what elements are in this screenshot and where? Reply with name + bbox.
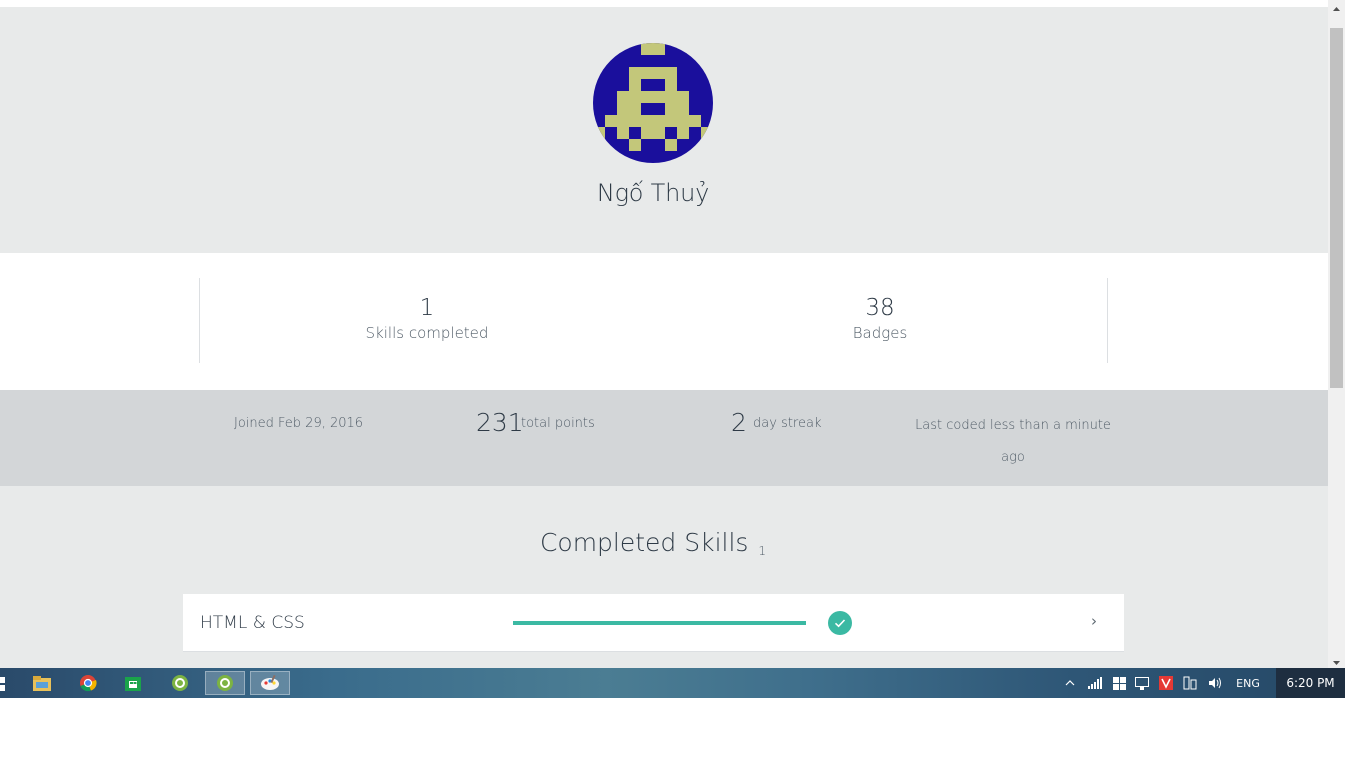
- skill-progress-bar: [513, 621, 806, 625]
- skills-completed-value: 1: [419, 295, 435, 321]
- profile-header: Ngố Thuỷ: [0, 7, 1328, 253]
- completed-skills-title: Completed Skills: [539, 528, 749, 557]
- stats-box: 1 Skills completed 38 Badges: [199, 278, 1108, 363]
- app-icon[interactable]: [160, 671, 200, 695]
- streak-label: day streak: [753, 416, 822, 431]
- paint-icon[interactable]: [250, 671, 290, 695]
- badges-value: 38: [865, 295, 895, 321]
- avatar: [593, 43, 713, 163]
- completed-skills-count: 1: [758, 544, 767, 558]
- skills-completed-label: Skills completed: [365, 324, 489, 342]
- vivaldi-icon[interactable]: [1157, 668, 1175, 698]
- user-name: Ngố Thuỷ: [596, 179, 710, 207]
- vertical-scrollbar[interactable]: [1328, 0, 1345, 668]
- language-indicator[interactable]: ENG: [1232, 668, 1264, 698]
- volume-icon[interactable]: [1206, 668, 1224, 698]
- completed-skills-heading: Completed Skills 1: [0, 528, 1306, 558]
- file-explorer-icon[interactable]: [22, 671, 62, 695]
- top-strip: [0, 0, 1328, 7]
- browser-viewport: Ngố Thuỷ 1 Skills completed 38 Badges Jo…: [0, 0, 1345, 668]
- start-icon[interactable]: [0, 676, 6, 691]
- store-icon[interactable]: [113, 671, 153, 695]
- skill-name: HTML & CSS: [200, 613, 305, 633]
- windows-flag-icon[interactable]: [1110, 668, 1128, 698]
- network-icon[interactable]: [1086, 668, 1104, 698]
- badges-stat[interactable]: 38 Badges: [730, 294, 1030, 344]
- total-points-value: 231: [476, 408, 524, 437]
- streak-value: 2: [731, 408, 747, 437]
- clock[interactable]: 6:20 PM: [1276, 668, 1345, 698]
- total-points-label: total points: [521, 416, 595, 431]
- scroll-up-arrow-icon[interactable]: [1328, 0, 1345, 12]
- chevron-right-icon[interactable]: ›: [1091, 612, 1097, 630]
- info-band: Joined Feb 29, 2016 231 total points 2 d…: [0, 390, 1328, 486]
- skill-progress-fill: [513, 621, 806, 625]
- skill-card-html-css[interactable]: HTML & CSS ›: [183, 594, 1124, 652]
- empty-area: [0, 698, 1366, 768]
- check-icon: [828, 611, 852, 635]
- device-icon[interactable]: [1181, 668, 1199, 698]
- joined-date: Joined Feb 29, 2016: [234, 416, 364, 431]
- skills-completed-stat: 1 Skills completed: [277, 294, 577, 344]
- scroll-down-arrow-icon[interactable]: [1328, 654, 1345, 666]
- scrollbar-thumb[interactable]: [1330, 28, 1343, 388]
- stats-band: 1 Skills completed 38 Badges: [0, 253, 1328, 390]
- chrome-icon[interactable]: [68, 671, 108, 695]
- app-icon-active[interactable]: [205, 671, 245, 695]
- windows-taskbar: ENG 6:20 PM: [0, 668, 1345, 698]
- display-icon[interactable]: [1133, 668, 1151, 698]
- badges-label: Badges: [852, 324, 908, 342]
- show-hidden-icon[interactable]: [1062, 668, 1078, 698]
- last-coded: Last coded less than a minute ago: [915, 418, 1111, 465]
- completed-skills-section: Completed Skills 1 HTML & CSS ›: [0, 486, 1328, 668]
